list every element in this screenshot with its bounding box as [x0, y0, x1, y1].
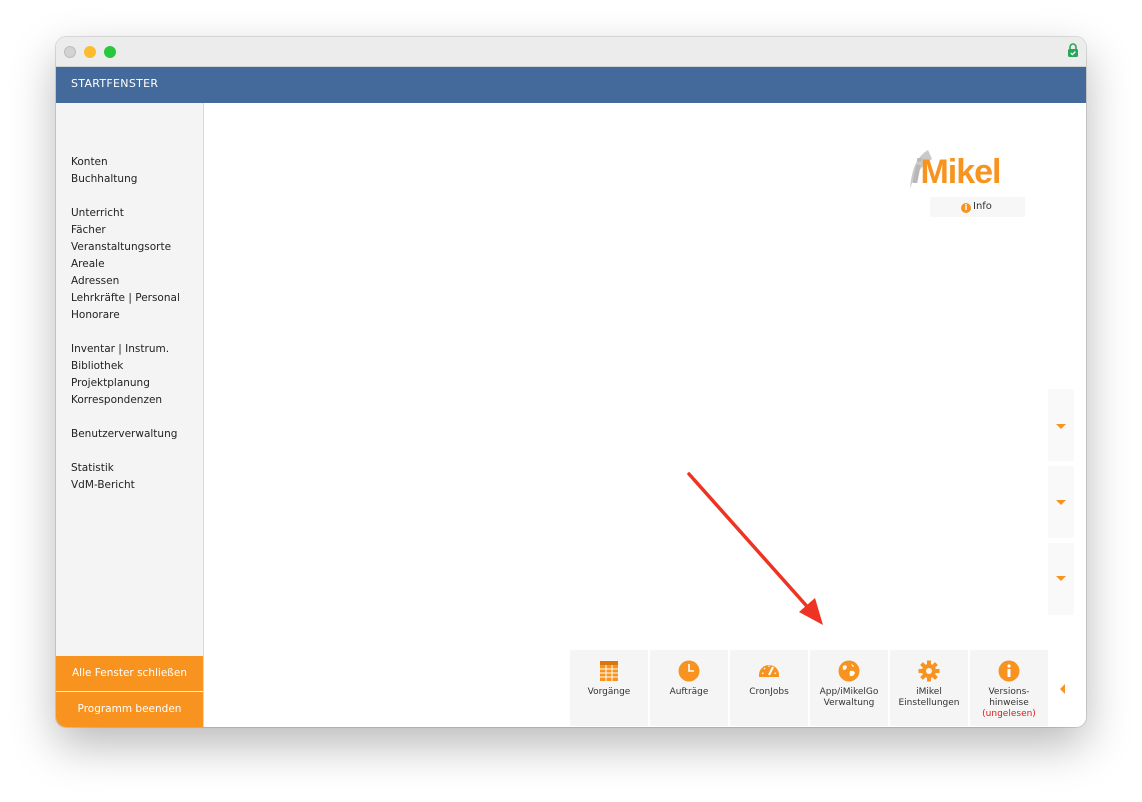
table-icon — [600, 661, 618, 681]
nav-group-finance: Konten Buchhaltung — [71, 154, 137, 188]
tool-label: CronJobs — [749, 687, 789, 697]
vorgaenge-button[interactable]: Vorgänge — [570, 650, 648, 726]
sidebar-item-areale[interactable]: Areale — [71, 256, 180, 273]
sidebar: Konten Buchhaltung Unterricht Fächer Ver… — [56, 103, 204, 727]
quit-program-button[interactable]: Programm beenden — [56, 692, 203, 727]
sidebar-item-benutzerverwaltung[interactable]: Benutzerverwaltung — [71, 426, 177, 443]
triangle-down-icon — [1056, 424, 1066, 429]
imikel-einstellungen-button[interactable]: iMikel Einstellungen — [890, 650, 968, 726]
lock-icon — [1068, 43, 1078, 57]
minimize-window-button[interactable] — [84, 46, 96, 58]
sidebar-item-adressen[interactable]: Adressen — [71, 273, 180, 290]
sidebar-item-unterricht[interactable]: Unterricht — [71, 205, 180, 222]
cronjobs-button[interactable]: CronJobs — [730, 650, 808, 726]
title-bar — [56, 37, 1086, 67]
info-label: Info — [973, 201, 992, 212]
info-link[interactable]: i Info — [930, 197, 1025, 217]
unread-badge: (ungelesen) — [982, 709, 1036, 719]
sidebar-item-honorare[interactable]: Honorare — [71, 307, 180, 324]
sidebar-item-faecher[interactable]: Fächer — [71, 222, 180, 239]
nav-group-teaching: Unterricht Fächer Veranstaltungsorte Are… — [71, 205, 180, 324]
expander-1[interactable] — [1048, 389, 1074, 461]
right-expander-strip — [1048, 389, 1074, 629]
globe-icon — [838, 660, 860, 682]
sidebar-item-buchhaltung[interactable]: Buchhaltung — [71, 171, 137, 188]
page-title: STARTFENSTER — [71, 77, 159, 90]
triangle-left-icon[interactable] — [1060, 684, 1065, 694]
expander-3[interactable] — [1048, 543, 1074, 615]
expander-2[interactable] — [1048, 466, 1074, 538]
nav-group-resources: Inventar | Instrum. Bibliothek Projektpl… — [71, 341, 169, 409]
main-area: iMikel i Info Vorgänge Aufträge CronJobs… — [204, 103, 1086, 727]
tool-label: Versions- hinweise — [988, 687, 1030, 708]
tool-label: Aufträge — [669, 687, 709, 697]
sidebar-item-inventar[interactable]: Inventar | Instrum. — [71, 341, 169, 358]
triangle-down-icon — [1056, 500, 1066, 505]
tool-label: Vorgänge — [587, 687, 631, 697]
close-all-windows-button[interactable]: Alle Fenster schließen — [56, 656, 203, 691]
sidebar-item-konten[interactable]: Konten — [71, 154, 137, 171]
gear-icon — [918, 660, 940, 682]
sidebar-item-lehrkraefte[interactable]: Lehrkräfte | Personal — [71, 290, 180, 307]
info-icon: i — [961, 203, 971, 213]
app-imikelgo-verwaltung-button[interactable]: App/iMikelGo Verwaltung — [810, 650, 888, 726]
sidebar-item-statistik[interactable]: Statistik — [71, 460, 135, 477]
tool-label: App/iMikelGo Verwaltung — [819, 687, 879, 708]
auftraege-button[interactable]: Aufträge — [650, 650, 728, 726]
sidebar-item-bibliothek[interactable]: Bibliothek — [71, 358, 169, 375]
triangle-down-icon — [1056, 576, 1066, 581]
imikel-logo: iMikel — [906, 147, 1026, 203]
sidebar-item-vdm-bericht[interactable]: VdM-Bericht — [71, 477, 135, 494]
info-circle-icon — [998, 660, 1020, 682]
nav-group-users: Benutzerverwaltung — [71, 426, 177, 443]
tool-label: iMikel Einstellungen — [898, 687, 960, 708]
logo-text-mikel: Mikel — [920, 153, 1001, 191]
gauge-icon — [759, 665, 779, 677]
sidebar-item-korrespondenzen[interactable]: Korrespondenzen — [71, 392, 169, 409]
sidebar-item-projektplanung[interactable]: Projektplanung — [71, 375, 169, 392]
window-header: STARTFENSTER — [56, 67, 1086, 103]
sidebar-item-veranstaltungsorte[interactable]: Veranstaltungsorte — [71, 239, 180, 256]
nav-group-stats: Statistik VdM-Bericht — [71, 460, 135, 494]
app-window: STARTFENSTER Konten Buchhaltung Unterric… — [56, 37, 1086, 727]
versionshinweise-button[interactable]: Versions- hinweise (ungelesen) — [970, 650, 1048, 726]
maximize-window-button[interactable] — [104, 46, 116, 58]
close-window-button[interactable] — [64, 46, 76, 58]
clock-icon — [678, 660, 700, 682]
